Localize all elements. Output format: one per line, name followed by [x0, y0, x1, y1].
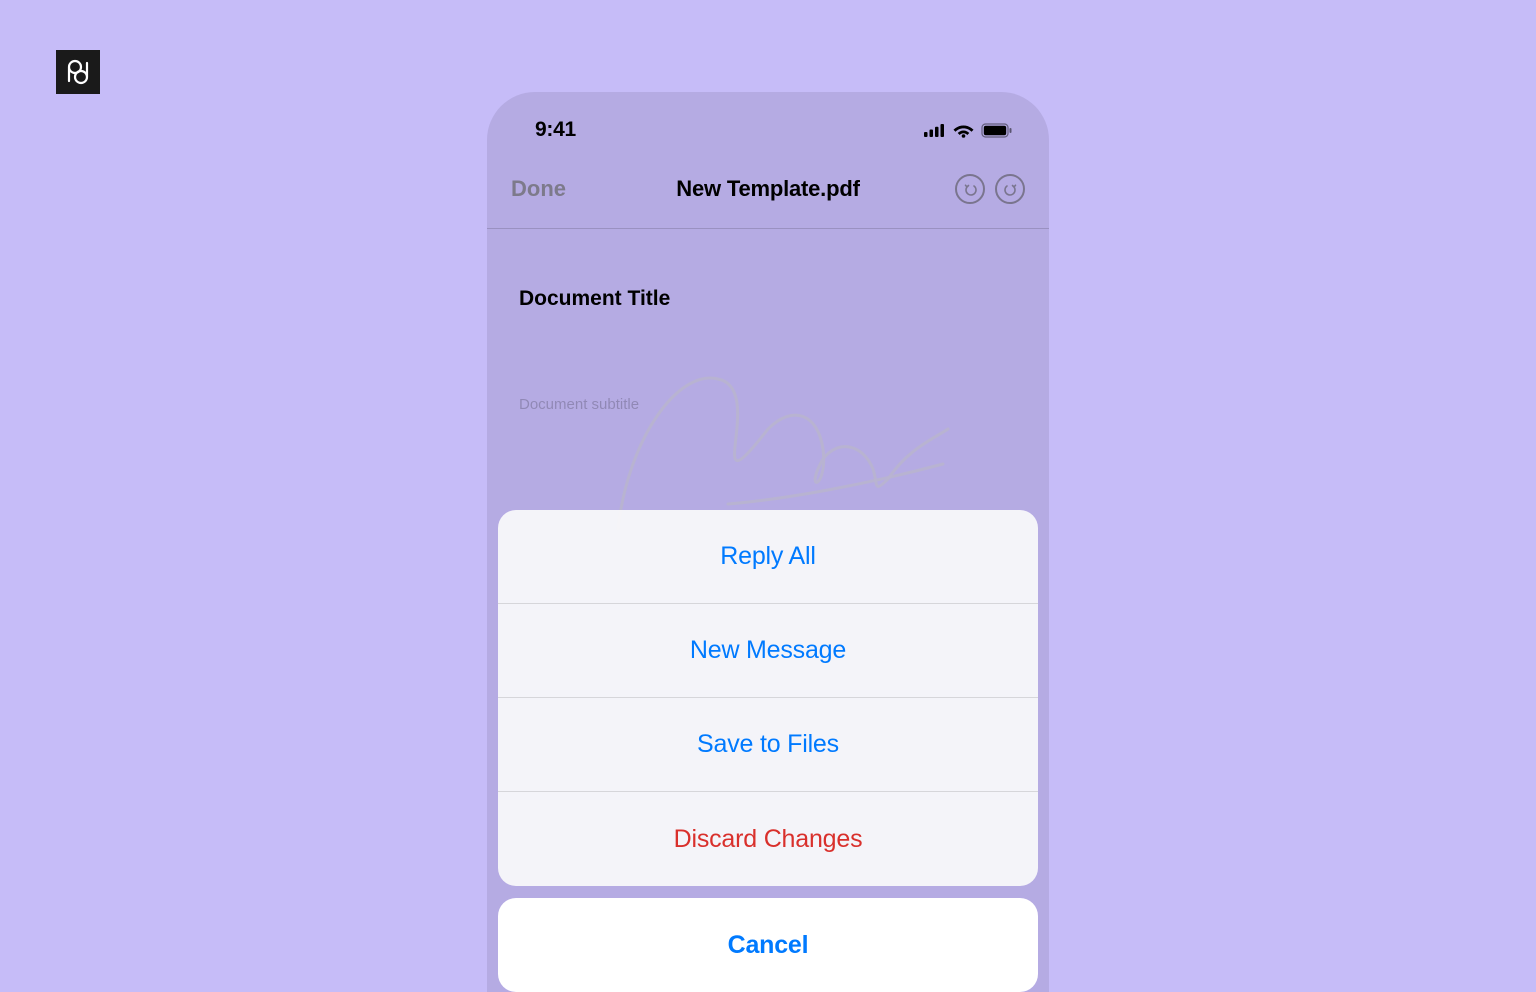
action-sheet: Reply All New Message Save to Files Disc…	[498, 510, 1038, 992]
brand-logo	[56, 50, 100, 94]
navigation-bar: Done New Template.pdf	[487, 156, 1049, 229]
wifi-icon	[953, 123, 974, 138]
done-button[interactable]: Done	[511, 176, 566, 202]
status-indicators	[924, 123, 1013, 138]
nav-title: New Template.pdf	[676, 176, 859, 202]
document-content: Document Title	[487, 229, 1049, 311]
cancel-button[interactable]: Cancel	[498, 898, 1038, 992]
nav-actions	[955, 174, 1025, 204]
redo-icon	[1003, 182, 1018, 197]
new-message-option[interactable]: New Message	[498, 604, 1038, 698]
undo-button[interactable]	[955, 174, 985, 204]
redo-button[interactable]	[995, 174, 1025, 204]
reply-all-option[interactable]: Reply All	[498, 510, 1038, 604]
pd-logo-icon	[65, 59, 91, 85]
document-title-label: Document Title	[519, 287, 1017, 311]
status-bar: 9:41	[487, 92, 1049, 156]
discard-changes-option[interactable]: Discard Changes	[498, 792, 1038, 886]
battery-icon	[981, 123, 1013, 138]
action-sheet-options: Reply All New Message Save to Files Disc…	[498, 510, 1038, 886]
document-subtitle-wrap: Document subtitle	[519, 396, 639, 413]
status-time: 9:41	[535, 118, 576, 142]
cellular-signal-icon	[924, 123, 946, 137]
save-to-files-option[interactable]: Save to Files	[498, 698, 1038, 792]
phone-frame: 9:41 Done New Template.pdf	[487, 92, 1049, 992]
undo-icon	[963, 182, 978, 197]
document-subtitle-placeholder: Document subtitle	[519, 396, 639, 413]
